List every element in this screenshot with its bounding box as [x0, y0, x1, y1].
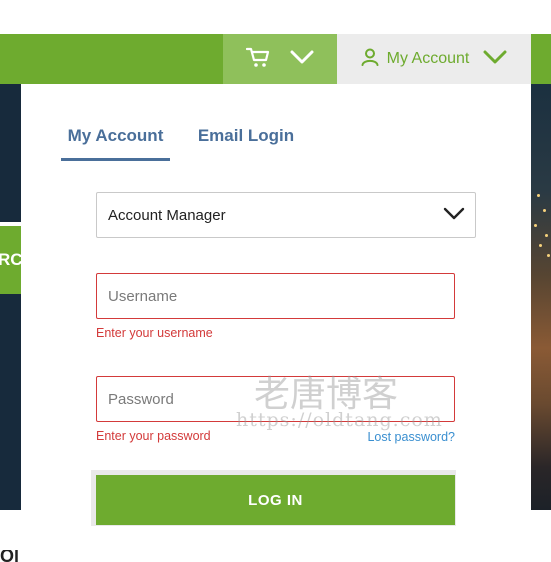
tab-my-account[interactable]: My Account	[61, 124, 170, 161]
login-button[interactable]: LOG IN	[96, 475, 455, 525]
account-type-select[interactable]: Account Manager	[96, 192, 476, 238]
chevron-down-icon	[483, 50, 507, 69]
password-field-box	[96, 376, 455, 422]
my-account-label: My Account	[386, 50, 470, 67]
background-button-fragment: RC	[0, 226, 21, 294]
chevron-down-icon	[290, 50, 314, 69]
chevron-down-icon	[443, 207, 465, 224]
tab-email-login[interactable]: Email Login	[196, 124, 296, 161]
username-field-box	[96, 273, 455, 319]
lost-password-link[interactable]: Lost password?	[367, 430, 455, 444]
username-input[interactable]	[97, 274, 454, 318]
account-type-value: Account Manager	[108, 206, 226, 224]
cart-icon	[245, 46, 270, 73]
background-text-fragment: Ol	[0, 550, 20, 562]
user-icon	[361, 48, 379, 71]
my-account-menu[interactable]: My Account	[337, 34, 531, 84]
password-input[interactable]	[97, 377, 454, 421]
username-error: Enter your username	[96, 326, 213, 340]
top-band	[0, 0, 551, 34]
password-error: Enter your password	[96, 429, 211, 443]
background-left	[0, 84, 21, 510]
login-panel: My Account Email Login Account Manager E…	[21, 84, 531, 562]
background-right-image	[531, 84, 551, 510]
cart-button[interactable]	[223, 34, 337, 84]
